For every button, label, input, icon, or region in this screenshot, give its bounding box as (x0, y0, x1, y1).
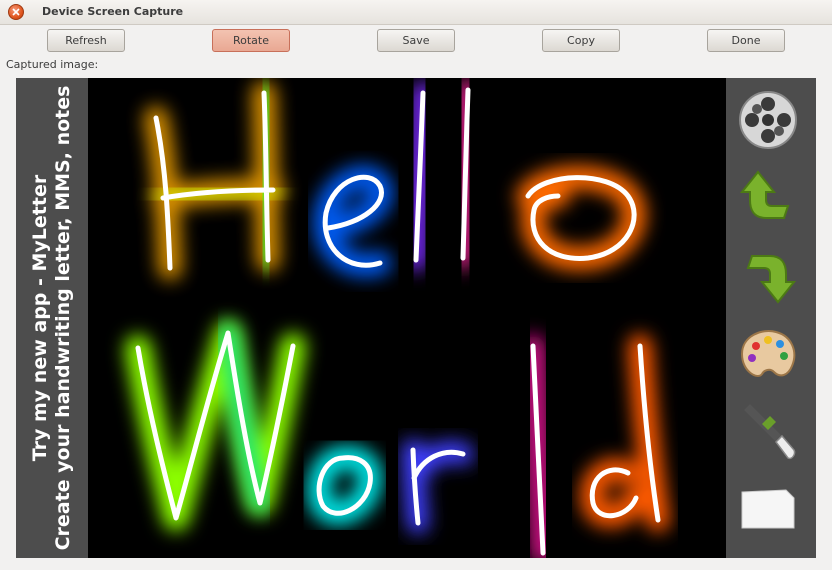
promo-line-1: Try my new app - MyLetter (29, 174, 51, 462)
captured-image: Try my new app - MyLetter Create your ha… (16, 78, 816, 558)
window-title: Device Screen Capture (42, 5, 184, 18)
redo-arrow-icon[interactable] (736, 166, 800, 230)
copy-button[interactable]: Copy (542, 29, 620, 52)
promo-line-2: Create your handwriting letter, MMS, not… (52, 85, 74, 551)
rotate-button[interactable]: Rotate (212, 29, 290, 52)
film-reel-icon[interactable] (736, 88, 800, 152)
save-button[interactable]: Save (377, 29, 455, 52)
promo-text: Try my new app - MyLetter Create your ha… (29, 86, 75, 551)
refresh-button[interactable]: Refresh (47, 29, 125, 52)
brush-icon[interactable] (736, 400, 800, 464)
letter-d (580, 334, 670, 532)
letter-h (144, 81, 285, 280)
letter-w (125, 320, 306, 531)
promo-banner: Try my new app - MyLetter Create your ha… (16, 78, 88, 558)
letter-l-3 (522, 335, 554, 558)
letter-l-1 (405, 82, 434, 271)
title-bar: Device Screen Capture (0, 0, 832, 25)
hello-world-drawing (125, 79, 670, 558)
letter-o (516, 165, 647, 271)
undo-arrow-icon[interactable] (736, 244, 800, 308)
letter-l-2 (452, 79, 479, 269)
close-icon[interactable] (8, 4, 24, 20)
letter-e (313, 165, 394, 278)
done-button[interactable]: Done (707, 29, 785, 52)
tool-bar (726, 78, 816, 558)
letter-o-2 (307, 445, 383, 526)
blank-page-icon[interactable] (736, 478, 800, 542)
captured-image-label: Captured image: (6, 58, 99, 71)
palette-icon[interactable] (736, 322, 800, 386)
letter-r (402, 439, 474, 534)
